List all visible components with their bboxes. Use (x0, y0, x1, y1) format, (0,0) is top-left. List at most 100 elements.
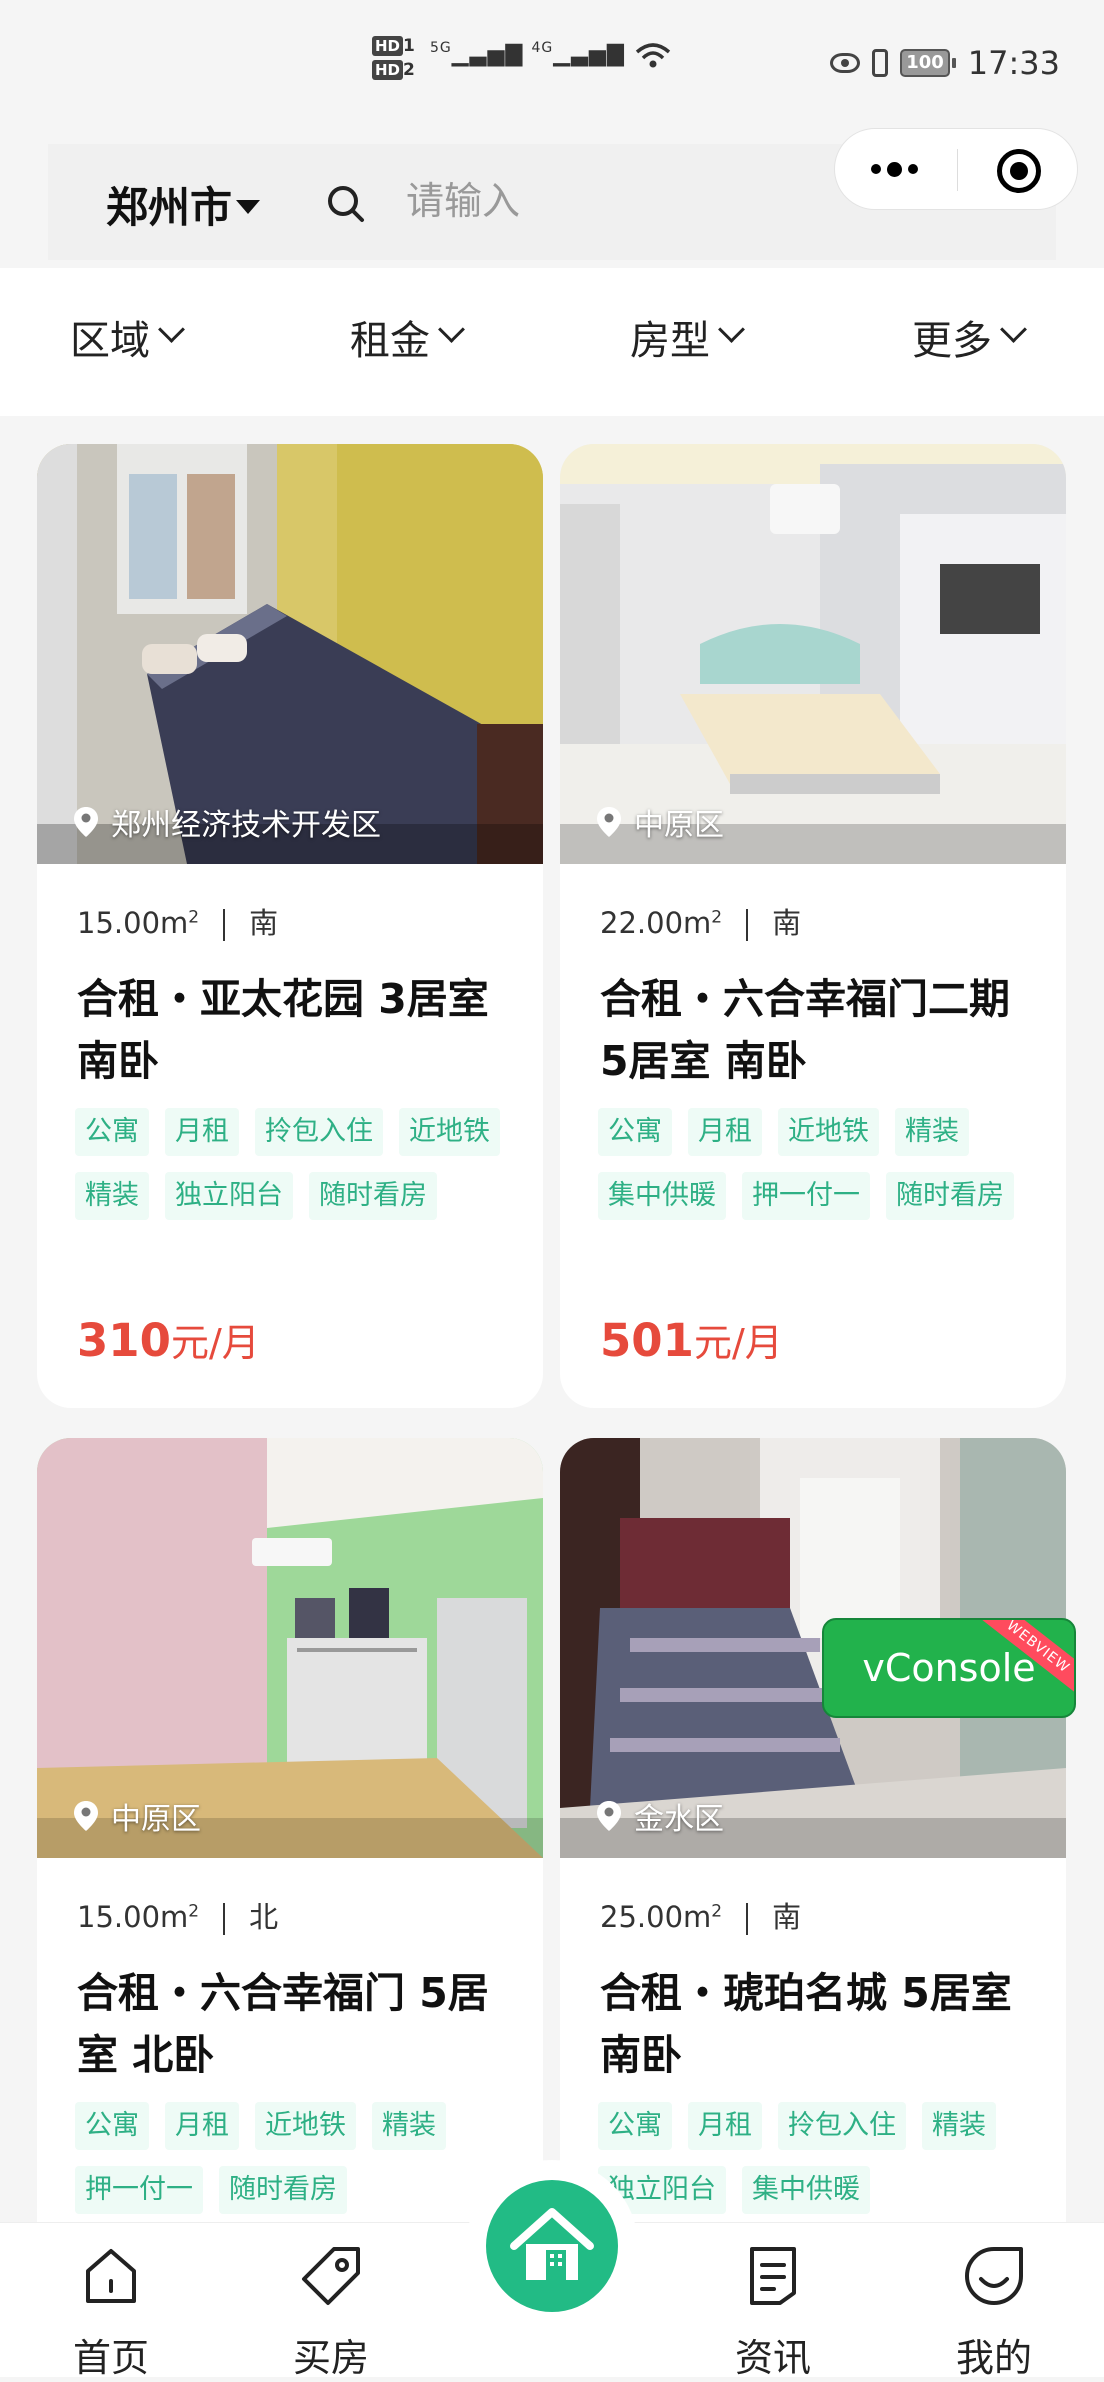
location-pin-icon (74, 807, 98, 837)
close-target-icon[interactable] (997, 149, 1041, 193)
search-input[interactable] (404, 170, 788, 232)
tag: 公寓 (75, 2102, 149, 2150)
signal-icons: 5G▁▃▅▇ 4G▁▃▅▇ (430, 40, 673, 70)
clock: 17:33 (967, 44, 1060, 82)
filter-more[interactable]: 更多 (912, 308, 1027, 366)
listing-card[interactable]: 中原区 15.00m2 北 合租・六合幸福门 5居室 北卧 公寓 月租 近地铁 精… (37, 1438, 543, 2338)
tab-mine[interactable]: 我的 (924, 2243, 1064, 2382)
tab-home-label: 首页 (72, 2336, 149, 2380)
price-unit: 元/月 (170, 1321, 260, 1365)
vconsole-label: vConsole (862, 1646, 1036, 1690)
center-tab (466, 2160, 638, 2332)
tag: 月租 (165, 1108, 239, 1156)
vconsole-button[interactable]: vConsole WEBVIEW (822, 1618, 1076, 1718)
listing-meta: 15.00m2 南 (77, 900, 278, 942)
location-pin-icon (597, 1801, 621, 1831)
location-label: 中原区 (111, 1802, 201, 1837)
listing-title[interactable]: 合租・六合幸福门 5居室 北卧 (77, 1962, 517, 2086)
tab-news[interactable]: 资讯 (703, 2243, 843, 2382)
area-value: 25.00m (600, 1900, 712, 1934)
listing-card[interactable]: 郑州经济技术开发区 15.00m2 南 合租・亚太花园 3居室 南卧 公寓 月租 … (37, 444, 543, 1408)
filter-room-type-label: 房型 (630, 318, 710, 364)
listing-tags: 公寓 月租 拎包入住 近地铁 精装 独立阳台 随时看房 (75, 1108, 525, 1220)
tag: 随时看房 (219, 2166, 347, 2214)
area-unit-sup: 2 (711, 1901, 723, 1922)
listing-card[interactable]: 金水区 25.00m2 南 合租・琥珀名城 5居室 南卧 公寓 月租 拎包入住 精… (560, 1438, 1066, 2338)
listing-title[interactable]: 合租・六合幸福门二期 5居室 南卧 (600, 968, 1040, 1092)
tag-icon (302, 2247, 360, 2305)
city-selector[interactable]: 郑州市 (106, 174, 261, 235)
hd-badge-1: HD (372, 36, 404, 56)
listing-location: 中原区 (73, 1794, 201, 1838)
listing-meta: 15.00m2 北 (77, 1894, 278, 1936)
tag: 拎包入住 (255, 1108, 383, 1156)
home-icon (86, 2249, 136, 2303)
tag: 随时看房 (309, 1172, 437, 1220)
listing-photo: 中原区 (560, 444, 1066, 864)
status-right: 100 17:33 (830, 44, 1060, 82)
listing-tags: 公寓 月租 近地铁 精装 集中供暖 押一付一 随时看房 (598, 1108, 1048, 1220)
tab-news-label: 资讯 (734, 2336, 811, 2380)
more-menu-icon[interactable] (871, 159, 941, 179)
orientation-value: 南 (249, 906, 279, 940)
tag: 公寓 (598, 2102, 672, 2150)
tag: 近地铁 (778, 1108, 879, 1156)
tab-buy-label: 买房 (292, 2336, 369, 2380)
tag: 集中供暖 (742, 2166, 870, 2214)
tag: 独立阳台 (165, 1172, 293, 1220)
city-label: 郑州市 (106, 183, 233, 232)
listing-price: 310元/月 (77, 1312, 260, 1367)
tag: 精装 (895, 1108, 969, 1156)
tag: 月租 (688, 2102, 762, 2150)
listing-card[interactable]: 中原区 22.00m2 南 合租・六合幸福门二期 5居室 南卧 公寓 月租 近地铁… (560, 444, 1066, 1408)
listing-photo: 郑州经济技术开发区 (37, 444, 543, 864)
signal-bars-icon: ▁▃▅▇ (553, 42, 625, 67)
filter-area-label: 区域 (70, 318, 150, 364)
area-value: 15.00m (77, 906, 189, 940)
listing-meta: 25.00m2 南 (600, 1894, 801, 1936)
hd-badge-2-index: 2 (403, 60, 415, 80)
smile-icon (965, 2247, 1023, 2305)
listing-tags: 公寓 月租 近地铁 精装 押一付一 随时看房 (75, 2102, 525, 2214)
tab-home[interactable]: 首页 (41, 2243, 181, 2382)
tag: 精装 (922, 2102, 996, 2150)
chevron-down-icon (1000, 315, 1027, 343)
price-value: 310 (77, 1314, 171, 1367)
tag: 近地铁 (399, 1108, 500, 1156)
listing-photo: 中原区 (37, 1438, 543, 1858)
tab-buy[interactable]: 买房 (261, 2243, 401, 2382)
location-pin-icon (74, 1801, 98, 1831)
wifi-icon (635, 43, 671, 68)
location-label: 中原区 (634, 808, 724, 843)
filter-more-label: 更多 (912, 318, 992, 364)
filter-bar: 区域 租金 房型 更多 (0, 268, 1104, 416)
center-house-button[interactable] (486, 2180, 618, 2312)
filter-room-type[interactable]: 房型 (630, 308, 745, 366)
location-label: 金水区 (634, 1802, 724, 1837)
tag: 精装 (75, 1172, 149, 1220)
area-unit-sup: 2 (188, 907, 200, 928)
filter-area[interactable]: 区域 (70, 308, 185, 366)
listing-location: 中原区 (596, 800, 724, 844)
dual-sim-indicator: HD 1 HD 2 (372, 36, 415, 84)
network-5g-label: 5G (430, 40, 452, 56)
listing-title[interactable]: 合租・亚太花园 3居室 南卧 (77, 968, 517, 1092)
location-pin-icon (597, 807, 621, 837)
orientation-value: 南 (772, 1900, 802, 1934)
eye-icon (830, 53, 861, 73)
area-value: 15.00m (77, 1900, 189, 1934)
hd-badge-1-index: 1 (403, 36, 415, 56)
orientation-value: 北 (249, 1900, 279, 1934)
listing-meta: 22.00m2 南 (600, 900, 801, 942)
price-unit: 元/月 (693, 1321, 783, 1365)
tag: 公寓 (598, 1108, 672, 1156)
tag: 月租 (165, 2102, 239, 2150)
area-unit-sup: 2 (188, 1901, 200, 1922)
listing-title[interactable]: 合租・琥珀名城 5居室 南卧 (600, 1962, 1040, 2086)
filter-rent[interactable]: 租金 (350, 308, 465, 366)
listing-tags: 公寓 月租 拎包入住 精装 独立阳台 集中供暖 (598, 2102, 1048, 2214)
location-label: 郑州经济技术开发区 (111, 808, 381, 843)
tag: 精装 (372, 2102, 446, 2150)
chevron-down-icon (158, 315, 185, 343)
listing-location: 金水区 (596, 1794, 724, 1838)
